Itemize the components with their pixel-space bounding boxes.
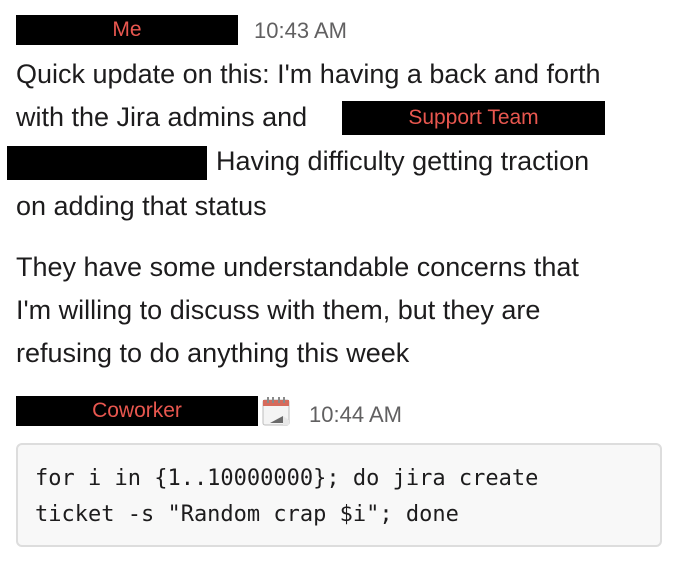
code-block: for i in {1..10000000}; do jira create t… <box>16 443 662 547</box>
code-line: ticket -s "Random crap $i"; done <box>35 502 459 527</box>
sender-name-redacted[interactable]: Coworker <box>16 396 258 426</box>
sender-name: Coworker <box>92 399 182 422</box>
message-text-line: I'm willing to discuss with them, but th… <box>16 295 541 325</box>
message-timestamp[interactable]: 10:43 AM <box>254 18 347 44</box>
sender-name-redacted[interactable]: Me <box>16 15 238 45</box>
calendar-icon <box>262 397 290 426</box>
message-text-line: Quick update on this: I'm having a back … <box>16 59 601 89</box>
message-text-line: Having difficulty getting traction <box>216 146 590 176</box>
mention-label: Support Team <box>408 106 539 129</box>
mention-redacted[interactable]: Support Team <box>342 101 605 135</box>
code-line: for i in {1..10000000}; do jira create <box>35 466 539 491</box>
redaction-block <box>7 146 207 180</box>
message-timestamp[interactable]: 10:44 AM <box>309 402 402 428</box>
message-text-line: They have some understandable concerns t… <box>16 252 579 282</box>
sender-name: Me <box>112 18 142 41</box>
message-text-line: refusing to do anything this week <box>16 338 410 368</box>
message-text-line: on adding that status <box>16 191 267 221</box>
message-text-line: with the Jira admins and <box>16 102 308 132</box>
